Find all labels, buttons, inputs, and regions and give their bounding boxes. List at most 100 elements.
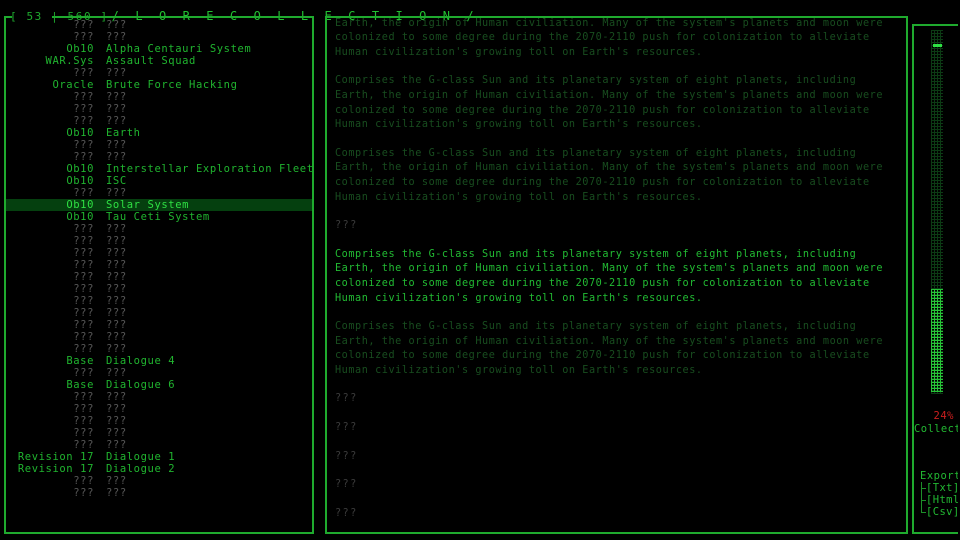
lore-entry-source: ??? <box>73 343 94 355</box>
lore-paragraph-unknown: ??? <box>335 220 358 232</box>
export-option-html[interactable]: [Html] <box>918 494 958 506</box>
lore-entry-source: ??? <box>73 367 94 379</box>
lore-entry-title: ??? <box>106 67 127 79</box>
lore-entry-row[interactable]: ?????? <box>6 139 312 151</box>
lore-entry-source: ??? <box>73 295 94 307</box>
collection-progress-percent: 24% <box>933 410 954 422</box>
lore-entry-title: ??? <box>106 487 127 499</box>
lore-entry-row[interactable]: Ob10 Earth <box>6 127 312 139</box>
lore-entry-title: ??? <box>106 103 127 115</box>
lore-entry-title: ??? <box>106 151 127 163</box>
lore-entry-row[interactable]: ?????? <box>6 403 312 415</box>
lore-entry-row[interactable]: ?????? <box>6 295 312 307</box>
lore-entry-row[interactable]: ?????? <box>6 259 312 271</box>
lore-entry-source: Ob10 <box>66 43 94 55</box>
lore-entry-row[interactable]: ?????? <box>6 319 312 331</box>
lore-entry-row[interactable]: Base Dialogue 6 <box>6 379 312 391</box>
lore-paragraph-unknown: ??? <box>335 507 358 519</box>
lore-entry-title: Alpha Centauri System <box>106 43 252 55</box>
export-option-csv[interactable]: [Csv] <box>918 506 958 518</box>
lore-entry-list[interactable]: ???????????? Ob10 Alpha Centauri System WAR… <box>6 19 312 532</box>
lore-entry-row[interactable]: ?????? <box>6 427 312 439</box>
lore-entry-row[interactable]: ?????? <box>6 19 312 31</box>
lore-entry-title: Earth <box>106 127 141 139</box>
export-option-label: [Csv] <box>926 506 958 518</box>
lore-entry-source: ??? <box>73 475 94 487</box>
collect-label: Collect <box>914 423 958 435</box>
lore-entry-title: Tau Ceti System <box>106 211 210 223</box>
lore-entry-source: Base <box>66 379 94 391</box>
lore-entry-row[interactable]: ?????? <box>6 103 312 115</box>
lore-entry-row[interactable]: ?????? <box>6 475 312 487</box>
lore-entry-row[interactable]: Ob10 Interstellar Exploration Fleet <box>6 163 312 175</box>
lore-entry-source: ??? <box>73 307 94 319</box>
lore-entry-row[interactable]: ?????? <box>6 91 312 103</box>
lore-entry-row[interactable]: ?????? <box>6 115 312 127</box>
lore-paragraph: Comprises the G-class Sun and its planet… <box>335 321 884 376</box>
lore-entry-row[interactable]: ?????? <box>6 331 312 343</box>
lore-entry-row[interactable]: ?????? <box>6 31 312 43</box>
lore-paragraph-unknown: ??? <box>335 393 358 405</box>
lore-entry-title: ??? <box>106 367 127 379</box>
lore-entry-row[interactable]: WAR.Sys Assault Squad <box>6 55 312 67</box>
lore-entry-row[interactable]: Ob10 Tau Ceti System <box>6 211 312 223</box>
export-section-title: Export <box>920 470 958 482</box>
lore-entry-source: ??? <box>73 487 94 499</box>
lore-entry-source: ??? <box>73 259 94 271</box>
lore-entry-title: ??? <box>106 283 127 295</box>
lore-entry-row[interactable]: ?????? <box>6 271 312 283</box>
lore-paragraph: Comprises the G-class Sun and its planet… <box>335 75 884 131</box>
lore-entry-title: ??? <box>106 295 127 307</box>
lore-entry-row[interactable]: ?????? <box>6 67 312 79</box>
lore-entry-title: ??? <box>106 139 127 151</box>
lore-entry-title: ??? <box>106 271 127 283</box>
lore-entry-row[interactable]: Base Dialogue 4 <box>6 355 312 367</box>
lore-entry-row[interactable]: ?????? <box>6 487 312 499</box>
lore-entry-row[interactable]: ?????? <box>6 391 312 403</box>
lore-entry-source: Ob10 <box>66 127 94 139</box>
lore-entry-list-panel: ???????????? Ob10 Alpha Centauri System WAR… <box>4 16 314 534</box>
lore-entry-title: ??? <box>106 403 127 415</box>
lore-entry-source: ??? <box>73 139 94 151</box>
lore-entry-title: Solar System <box>106 199 190 211</box>
lore-entry-source: ??? <box>73 283 94 295</box>
lore-entry-title: ??? <box>106 19 127 31</box>
export-section: Export [Txt][Html][Csv] <box>918 470 958 518</box>
lore-entry-row[interactable]: Oracle Brute Force Hacking <box>6 79 312 91</box>
lore-entry-source: ??? <box>73 271 94 283</box>
lore-entry-row[interactable]: ?????? <box>6 439 312 451</box>
lore-entry-row[interactable]: ?????? <box>6 223 312 235</box>
lore-entry-title: Dialogue 2 <box>106 463 176 475</box>
export-option-list[interactable]: [Txt][Html][Csv] <box>918 482 958 518</box>
lore-entry-title: ??? <box>106 187 127 199</box>
lore-entry-row[interactable]: ?????? <box>6 307 312 319</box>
lore-entry-row[interactable]: Revision 17 Dialogue 1 <box>6 451 312 463</box>
lore-entry-row[interactable]: Revision 17 Dialogue 2 <box>6 463 312 475</box>
lore-entry-row[interactable]: ?????? <box>6 415 312 427</box>
lore-entry-source: ??? <box>73 403 94 415</box>
lore-entry-source: ??? <box>73 31 94 43</box>
lore-paragraph: Comprises the G-class Sun and its planet… <box>335 17 884 58</box>
lore-entry-row[interactable]: ?????? <box>6 235 312 247</box>
export-option-label: [Html] <box>926 494 958 506</box>
lore-entry-row[interactable]: Ob10 Alpha Centauri System <box>6 43 312 55</box>
lore-entry-row[interactable]: ?????? <box>6 151 312 163</box>
lore-entry-row[interactable]: ?????? <box>6 247 312 259</box>
lore-entry-row-selected[interactable]: Ob10 Solar System <box>6 199 312 211</box>
lore-entry-source: Ob10 <box>66 199 94 211</box>
lore-paragraph-active: Comprises the G-class Sun and its planet… <box>335 248 884 304</box>
lore-entry-row[interactable]: ?????? <box>6 367 312 379</box>
lore-entry-row[interactable]: ?????? <box>6 343 312 355</box>
lore-entry-row[interactable]: ?????? <box>6 283 312 295</box>
lore-entry-title: Dialogue 6 <box>106 379 176 391</box>
lore-entry-source: ??? <box>73 391 94 403</box>
export-option-txt[interactable]: [Txt] <box>918 482 958 494</box>
lore-entry-title: ??? <box>106 259 127 271</box>
lore-entry-row[interactable]: ?????? <box>6 187 312 199</box>
lore-detail-text[interactable]: Comprises the G-class Sun and its planet… <box>335 17 902 532</box>
lore-entry-row[interactable]: Ob10 ISC <box>6 175 312 187</box>
lore-entry-title: Dialogue 4 <box>106 355 176 367</box>
scrollbar-thumb[interactable] <box>933 44 942 47</box>
lore-entry-title: ??? <box>106 343 127 355</box>
lore-entry-title: ??? <box>106 415 127 427</box>
